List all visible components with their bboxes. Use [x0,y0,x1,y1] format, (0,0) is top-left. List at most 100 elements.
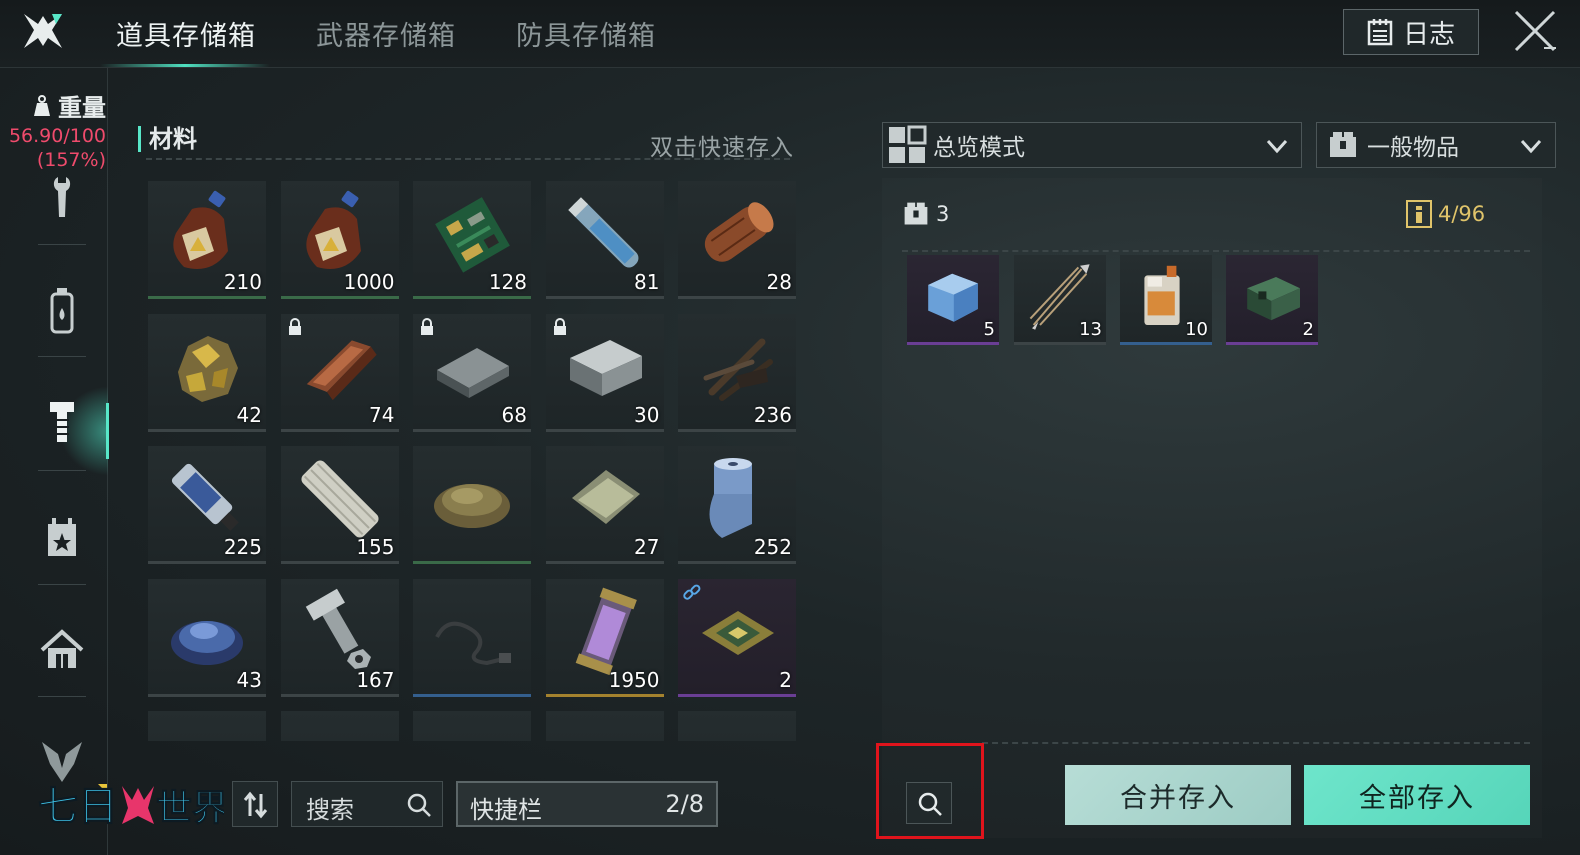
item-quantity: 81 [634,270,660,294]
search-icon [407,793,431,817]
glass-tube-icon [567,197,638,268]
material-slot[interactable]: 128 [413,181,531,299]
bottle-icon[interactable] [38,286,86,334]
category-value: 一般物品 [1367,135,1459,161]
storage-capacity: 4/96 [1406,200,1485,228]
item-quantity: 27 [634,535,660,559]
game-logo-icon [24,14,62,48]
steel-plate-icon [437,347,509,398]
material-slot[interactable]: 155 [280,446,399,564]
box-count-value: 3 [936,202,950,226]
bolt-icon[interactable] [38,398,86,446]
material-slot[interactable]: 225 [148,446,266,564]
sort-icon [243,791,268,819]
tab-weapon-storage[interactable]: 武器存储箱 [316,14,456,53]
item-quantity: 5 [983,319,995,340]
box-count: 3 [902,200,949,228]
house-icon[interactable] [38,626,86,674]
cable-icon [435,621,511,665]
sidebar-divider [38,584,86,585]
cloth-roll-icon [300,460,379,538]
empty-slot[interactable] [678,711,796,741]
brown-bottle-icon [305,190,361,269]
circuit-board-icon [435,197,510,273]
deposit-all-button[interactable]: 全部存入 [1304,765,1530,825]
log-button[interactable]: 日志 [1343,9,1479,55]
storage-slot[interactable]: 13 [1014,255,1106,345]
item-quantity: 128 [488,270,527,294]
quick-deposit-hint: 双击快速存入 [650,135,794,161]
empty-slot[interactable] [413,711,531,741]
empty-slot[interactable] [280,711,399,741]
info-icon [1406,200,1432,228]
material-slot[interactable]: 30 [545,313,664,432]
material-slot[interactable]: 27 [545,446,664,564]
material-slot[interactable]: 74 [280,313,399,432]
sidebar-divider [38,696,86,697]
storage-slot[interactable]: 10 [1120,255,1212,345]
metal-block-icon [569,339,642,396]
calendar-star-icon[interactable] [38,514,86,562]
material-slot[interactable]: 1950 [545,578,664,697]
stone-icon [162,719,252,741]
material-slot[interactable]: 81 [545,181,664,299]
item-quantity: 28 [766,270,792,294]
storage-slot[interactable]: 5 [907,255,999,345]
lock-icon [421,317,433,335]
item-quantity: 43 [236,667,262,692]
section-divider [902,250,1530,252]
hotbar-button[interactable]: 快捷栏 2/8 [456,781,718,827]
fabric-roll-icon [709,458,752,538]
glue-tube-icon [171,463,239,531]
material-slot[interactable]: 236 [678,313,796,432]
search-input[interactable]: 搜索 [291,781,443,827]
material-slot[interactable]: 167 [280,578,399,697]
box-icon [904,202,928,225]
material-slot[interactable]: 42 [148,313,266,432]
weight-label-text: 重量 [58,94,106,122]
material-slot[interactable]: 28 [678,181,796,299]
empty-slot[interactable] [545,711,664,741]
material-slot[interactable]: 2 [678,578,796,697]
item-quantity: 68 [501,402,527,427]
material-slot[interactable] [413,446,531,564]
chevron-down-icon [1266,139,1288,154]
material-slot[interactable]: 43 [148,578,266,697]
weight-icon [34,94,50,116]
item-quantity: 1000 [343,270,395,294]
green-device-icon [1247,277,1300,321]
item-quantity: 236 [753,402,792,427]
chevron-down-icon [1520,139,1542,154]
item-quantity: 2 [779,667,792,692]
tab-item-storage[interactable]: 道具存储箱 [116,14,256,53]
tab-armor-storage[interactable]: 防具存储箱 [516,14,656,53]
top-bar: 道具存储箱 武器存储箱 防具存储箱 日志 [0,0,1580,68]
copper-ingot-icon [306,339,377,400]
material-slot[interactable] [148,711,266,741]
item-quantity: 155 [356,535,395,559]
storage-slot[interactable]: 2 [1226,255,1318,345]
item-quantity: 210 [223,270,262,294]
category-dropdown[interactable]: 一般物品 [1316,122,1556,168]
active-indicator [106,403,109,459]
view-mode-dropdown[interactable]: 总览模式 [882,122,1302,168]
item-quantity: 2 [1302,319,1314,340]
notepad-icon [1367,19,1393,46]
weight-label: 重量 [30,88,106,123]
wrench-icon[interactable] [38,173,86,221]
item-quantity: 1950 [608,667,660,692]
close-icon[interactable] [1512,8,1558,54]
capacity-value: 4/96 [1438,202,1486,226]
material-slot[interactable] [413,578,531,697]
weight-percent: (157%) [36,149,106,171]
item-quantity: 30 [634,402,660,427]
merge-deposit-button[interactable]: 合并存入 [1065,765,1291,825]
material-slot[interactable]: 210 [148,181,266,299]
item-quantity: 42 [236,402,262,427]
brown-bottle-icon [173,190,228,269]
material-slot[interactable]: 1000 [280,181,399,299]
material-slot[interactable]: 68 [413,313,531,432]
sort-button[interactable] [232,781,278,827]
material-slot[interactable]: 252 [678,446,796,564]
fiber-pile-icon [434,484,510,528]
